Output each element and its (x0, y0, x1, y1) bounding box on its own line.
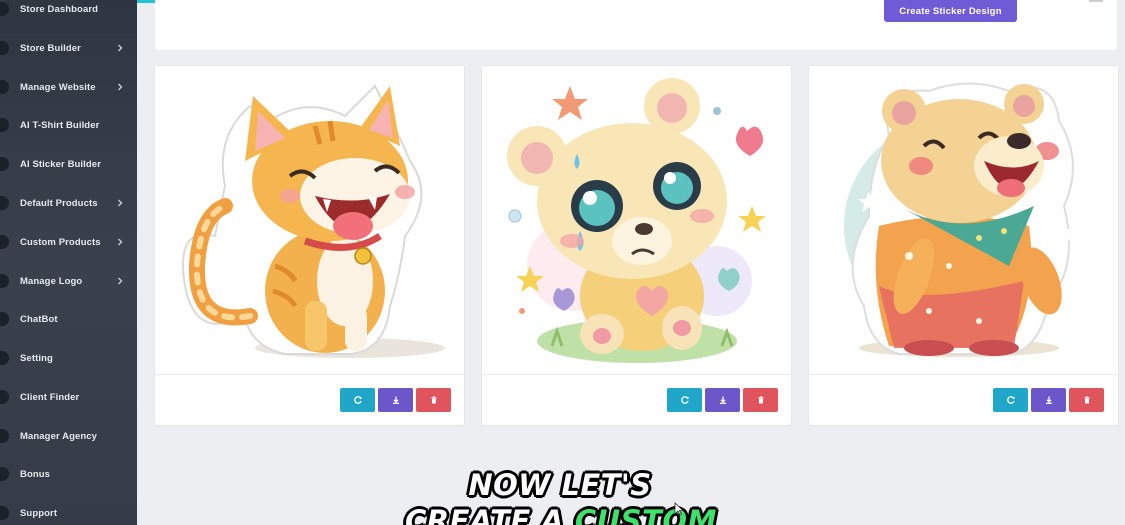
chevron-right-icon (115, 276, 125, 286)
refresh-icon (680, 396, 689, 404)
sidebar-item-label: Manager Agency (20, 430, 98, 442)
delete-button[interactable] (1069, 388, 1104, 412)
card-divider (155, 374, 464, 375)
logo-icon (0, 274, 9, 288)
download-button[interactable] (705, 388, 740, 412)
sidebar-item-custom-products[interactable]: Custom Products (0, 223, 137, 261)
download-button[interactable] (378, 388, 413, 412)
cat-sticker-image[interactable] (155, 66, 464, 374)
sidebar-item-store-builder[interactable]: Store Builder (0, 29, 137, 67)
video-caption-line1: NOW LET'S (468, 468, 652, 502)
card-divider (482, 374, 791, 375)
download-icon (1045, 396, 1052, 404)
sidebar-item-label: Manage Website (20, 81, 96, 93)
refresh-icon (353, 396, 362, 404)
sticker-card (482, 66, 791, 425)
sidebar-item-store-dashboard[interactable]: Store Dashboard (0, 0, 137, 28)
refresh-icon (1006, 396, 1015, 404)
video-caption-line2: CREATE A CUSTOM (405, 504, 717, 525)
active-accent-bar (137, 0, 155, 3)
mouse-cursor-icon (674, 502, 684, 516)
globe-icon (0, 80, 9, 94)
card-divider (809, 374, 1118, 375)
sidebar-item-label: AI T-Shirt Builder (20, 119, 100, 131)
sidebar-item-label: AI Sticker Builder (20, 158, 101, 170)
sidebar-item-label: Client Finder (20, 391, 80, 403)
download-icon (719, 396, 726, 404)
trash-icon (1083, 396, 1090, 404)
sidebar-item-ai-sticker-builder[interactable]: AI Sticker Builder (0, 145, 137, 183)
bear-laughing-sticker-image[interactable] (809, 66, 1118, 374)
trash-icon (430, 396, 437, 404)
store-icon (0, 41, 9, 55)
sidebar-item-ai-tshirt-builder[interactable]: AI T-Shirt Builder (0, 106, 137, 144)
sidebar-item-manage-website[interactable]: Manage Website (0, 68, 137, 106)
gear-icon (0, 351, 9, 365)
box-icon (0, 196, 9, 210)
support-icon (0, 506, 9, 520)
caption-highlight: CUSTOM (574, 504, 717, 525)
sidebar-item-label: Default Products (20, 197, 98, 209)
sidebar-item-label: Support (20, 507, 58, 519)
sidebar-item-label: Manage Logo (20, 275, 83, 287)
delete-button[interactable] (416, 388, 451, 412)
chevron-right-icon (115, 198, 125, 208)
sticker-card (155, 66, 464, 425)
sidebar-item-default-products[interactable]: Default Products (0, 184, 137, 222)
chevron-right-icon (115, 82, 125, 92)
card-actions (993, 388, 1104, 412)
create-sticker-design-button[interactable]: Create Sticker Design (884, 0, 1017, 22)
download-icon (392, 396, 399, 404)
sidebar-item-chatbot[interactable]: ChatBot (0, 300, 137, 338)
sidebar-item-label: Store Dashboard (20, 3, 99, 15)
dashboard-icon (0, 2, 9, 16)
card-actions (667, 388, 778, 412)
sidebar-item-label: Custom Products (20, 236, 101, 248)
sidebar-item-label: Store Builder (20, 42, 81, 54)
chevron-right-icon (115, 237, 125, 247)
tshirt-icon (0, 118, 9, 132)
bear-sticker-image[interactable] (482, 66, 791, 374)
delete-button[interactable] (743, 388, 778, 412)
sidebar-item-bonus[interactable]: Bonus (0, 455, 137, 493)
sidebar-item-client-finder[interactable]: Client Finder (0, 378, 137, 416)
card-actions (340, 388, 451, 412)
briefcase-icon (0, 429, 9, 443)
refresh-button[interactable] (667, 388, 702, 412)
sidebar-item-label: Bonus (20, 468, 51, 480)
sidebar-item-label: ChatBot (20, 313, 58, 325)
box-icon (0, 235, 9, 249)
download-button[interactable] (1031, 388, 1066, 412)
gift-icon (0, 467, 9, 481)
search-icon (0, 390, 9, 404)
chat-icon (0, 312, 9, 326)
refresh-button[interactable] (340, 388, 375, 412)
trash-icon (757, 396, 764, 404)
refresh-button[interactable] (993, 388, 1028, 412)
caption-text: CREATE A (405, 504, 575, 525)
scrollbar-edge (1089, 0, 1103, 4)
sidebar-item-setting[interactable]: Setting (0, 339, 137, 377)
sidebar-item-label: Setting (20, 352, 53, 364)
chevron-right-icon (115, 43, 125, 53)
sticker-card (809, 66, 1118, 425)
sidebar-item-support[interactable]: Support (0, 494, 137, 525)
sidebar: Store Dashboard Store Builder Manage Web… (0, 0, 137, 525)
sticker-icon (0, 157, 9, 171)
sidebar-item-manage-logo[interactable]: Manage Logo (0, 262, 137, 300)
sidebar-item-manager-agency[interactable]: Manager Agency (0, 417, 137, 455)
